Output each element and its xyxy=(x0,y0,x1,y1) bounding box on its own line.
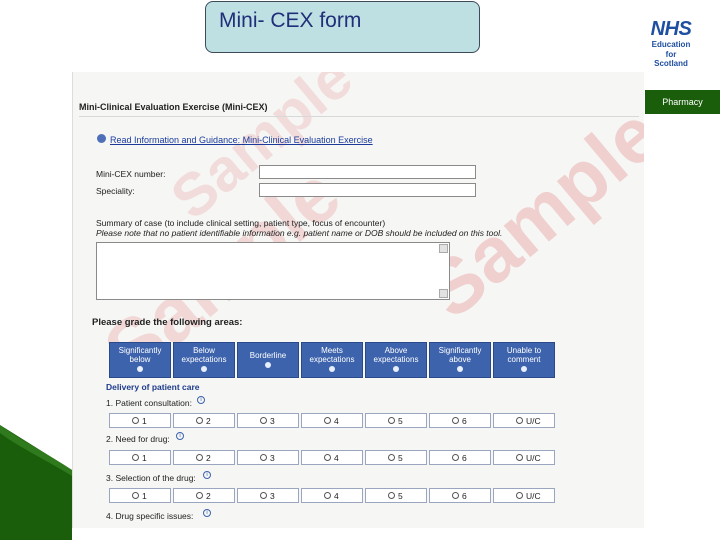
pharmacy-band: Pharmacy xyxy=(645,90,720,114)
nhs-badge: NHS xyxy=(650,18,692,40)
item-label: 1. Patient consultation: xyxy=(106,398,193,408)
radio-option[interactable]: U/C xyxy=(493,413,555,428)
hint-icon xyxy=(521,366,527,372)
item-label: 2. Need for drug: xyxy=(106,434,170,444)
radio-icon xyxy=(132,454,139,461)
svg-text:Sample: Sample xyxy=(158,72,365,232)
hint-icon xyxy=(201,366,207,372)
info-icon xyxy=(97,134,106,143)
logo-line-2: for xyxy=(665,49,677,59)
hint-icon xyxy=(393,366,399,372)
radio-option[interactable]: 3 xyxy=(237,450,299,465)
radio-option[interactable]: 1 xyxy=(109,488,171,503)
radio-option[interactable]: 5 xyxy=(365,413,427,428)
radio-row-item-2: 1 2 3 4 5 6 U/C xyxy=(109,450,555,465)
grade-column-header: Meets expectations xyxy=(301,342,363,378)
mini-cex-number-label: Mini-CEX number: xyxy=(96,169,166,179)
slide-title-box: Mini- CEX form xyxy=(205,1,480,53)
privacy-note: Please note that no patient identifiable… xyxy=(96,228,503,238)
radio-icon xyxy=(132,492,139,499)
radio-option[interactable]: 4 xyxy=(301,488,363,503)
radio-option[interactable]: 1 xyxy=(109,450,171,465)
info-icon[interactable]: i xyxy=(203,471,211,479)
grade-heading: Please grade the following areas: xyxy=(92,317,243,328)
radio-option[interactable]: 6 xyxy=(429,450,491,465)
speciality-field[interactable] xyxy=(259,183,476,197)
radio-icon xyxy=(196,454,203,461)
radio-icon xyxy=(452,492,459,499)
radio-option[interactable]: 2 xyxy=(173,488,235,503)
grade-column-header: Unable to comment xyxy=(493,342,555,378)
grade-column-header: Above expectations xyxy=(365,342,427,378)
radio-icon xyxy=(388,454,395,461)
radio-icon xyxy=(516,417,523,424)
radio-icon xyxy=(196,492,203,499)
form-heading: Mini-Clinical Evaluation Exercise (Mini-… xyxy=(79,102,268,112)
hint-icon xyxy=(329,366,335,372)
radio-icon xyxy=(516,492,523,499)
grade-column-header: Below expectations xyxy=(173,342,235,378)
radio-option[interactable]: 4 xyxy=(301,450,363,465)
radio-option[interactable]: 4 xyxy=(301,413,363,428)
radio-icon xyxy=(260,492,267,499)
summary-textarea[interactable] xyxy=(96,242,450,300)
radio-icon xyxy=(260,417,267,424)
radio-icon xyxy=(388,492,395,499)
radio-option[interactable]: 3 xyxy=(237,488,299,503)
radio-option[interactable]: 5 xyxy=(365,450,427,465)
guidance-link[interactable]: Read Information and Guidance: Mini-Clin… xyxy=(110,135,373,145)
info-icon[interactable]: i xyxy=(197,396,205,404)
radio-icon xyxy=(324,454,331,461)
logo-line-1: Education xyxy=(651,40,691,49)
slide-title: Mini- CEX form xyxy=(219,9,362,32)
radio-option[interactable]: 3 xyxy=(237,413,299,428)
hint-icon xyxy=(137,366,143,372)
radio-icon xyxy=(260,454,267,461)
radio-icon xyxy=(516,454,523,461)
radio-icon xyxy=(452,454,459,461)
radio-option[interactable]: 6 xyxy=(429,488,491,503)
summary-label: Summary of case (to include clinical set… xyxy=(96,218,386,228)
info-icon[interactable]: i xyxy=(176,432,184,440)
radio-option[interactable]: 1 xyxy=(109,413,171,428)
radio-icon xyxy=(388,417,395,424)
hint-icon xyxy=(457,366,463,372)
radio-icon xyxy=(196,417,203,424)
radio-option[interactable]: U/C xyxy=(493,488,555,503)
radio-row-item-1: 1 2 3 4 5 6 U/C xyxy=(109,413,555,428)
radio-icon xyxy=(324,492,331,499)
grade-column-header: Borderline xyxy=(237,342,299,378)
info-icon[interactable]: i xyxy=(203,509,211,517)
grade-header-row: Significantly below Below expectations B… xyxy=(109,342,555,378)
mini-cex-number-field[interactable] xyxy=(259,165,476,179)
item-label: 4. Drug specific issues: xyxy=(106,511,194,521)
radio-row-item-3: 1 2 3 4 5 6 U/C xyxy=(109,488,555,503)
radio-option[interactable]: U/C xyxy=(493,450,555,465)
nhs-education-logo: NHS Education for Scotland xyxy=(640,18,702,80)
radio-icon xyxy=(452,417,459,424)
form-divider xyxy=(79,116,639,117)
radio-option[interactable]: 5 xyxy=(365,488,427,503)
hint-icon xyxy=(265,362,271,368)
grade-column-header: Significantly below xyxy=(109,342,171,378)
item-label: 3. Selection of the drug: xyxy=(106,473,196,483)
radio-icon xyxy=(132,417,139,424)
logo-line-3: Scotland xyxy=(654,59,688,68)
radio-option[interactable]: 6 xyxy=(429,413,491,428)
speciality-label: Speciality: xyxy=(96,186,135,196)
radio-icon xyxy=(324,417,331,424)
section-delivery-of-patient-care: Delivery of patient care xyxy=(106,382,200,392)
scroll-up-button[interactable] xyxy=(439,244,448,253)
radio-option[interactable]: 2 xyxy=(173,450,235,465)
mini-cex-form-screenshot: Sample Sample Sample Mini-Clinical Evalu… xyxy=(72,72,644,528)
grade-column-header: Significantly above xyxy=(429,342,491,378)
radio-option[interactable]: 2 xyxy=(173,413,235,428)
scroll-down-button[interactable] xyxy=(439,289,448,298)
